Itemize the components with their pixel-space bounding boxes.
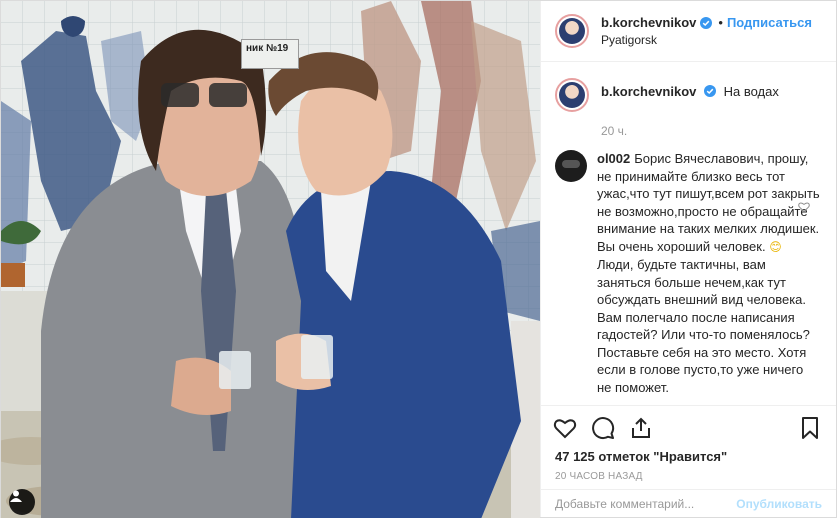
caption-username[interactable]: b.korchevnikov [601, 84, 696, 99]
comment-text-part2: Люди, будьте тактичны, вам заняться боль… [597, 257, 810, 395]
person-tag-icon[interactable] [9, 489, 35, 515]
caption-time[interactable]: 20 ч. [601, 124, 822, 138]
bookmark-icon[interactable] [798, 416, 822, 440]
follow-button[interactable]: Подписаться [727, 15, 812, 30]
publish-button[interactable]: Опубликовать [736, 497, 822, 511]
likes-count[interactable]: 47 125 отметок "Нравится" [541, 449, 836, 467]
posted-time[interactable]: 20 ЧАСОВ НАЗАД [541, 467, 836, 491]
verified-badge-icon [704, 85, 716, 97]
heart-outline-icon[interactable] [798, 201, 810, 213]
action-bar [541, 405, 836, 449]
share-icon[interactable] [629, 416, 653, 440]
instagram-post: ник №19 b.korchevnikov • Подписаться Pya… [0, 0, 837, 518]
author-avatar[interactable] [555, 14, 589, 48]
comment-icon[interactable] [591, 416, 615, 440]
smile-emoji: 😊 [769, 239, 782, 254]
caption-avatar[interactable] [555, 78, 589, 112]
post-sidebar: b.korchevnikov • Подписаться Pyatigorsk … [540, 1, 836, 517]
location-link[interactable]: Pyatigorsk [601, 33, 812, 47]
comment-text-part1: Борис Вячеславович, прошу, не принимайте… [597, 151, 820, 254]
commenter-avatar[interactable] [555, 150, 587, 182]
author-username[interactable]: b.korchevnikov [601, 15, 696, 30]
add-comment-bar: Опубликовать [541, 489, 836, 517]
caption-text: На водах [723, 84, 779, 99]
post-header: b.korchevnikov • Подписаться Pyatigorsk [541, 1, 836, 62]
verified-badge-icon [700, 16, 713, 29]
comment-input[interactable] [555, 496, 737, 511]
commenter-username[interactable]: ol002 [597, 151, 630, 166]
post-photo[interactable]: ник №19 [1, 1, 540, 518]
wall-sign: ник №19 [241, 39, 299, 69]
comments-area[interactable]: b.korchevnikov На водах 20 ч. ol002 Борис… [541, 62, 836, 405]
post-caption: b.korchevnikov На водах [555, 78, 822, 112]
heart-icon[interactable] [553, 416, 577, 440]
photo-illustration [1, 1, 540, 518]
header-separator: • [718, 15, 723, 30]
comment-item: ol002 Борис Вячеславович, прошу, не прини… [555, 150, 822, 396]
